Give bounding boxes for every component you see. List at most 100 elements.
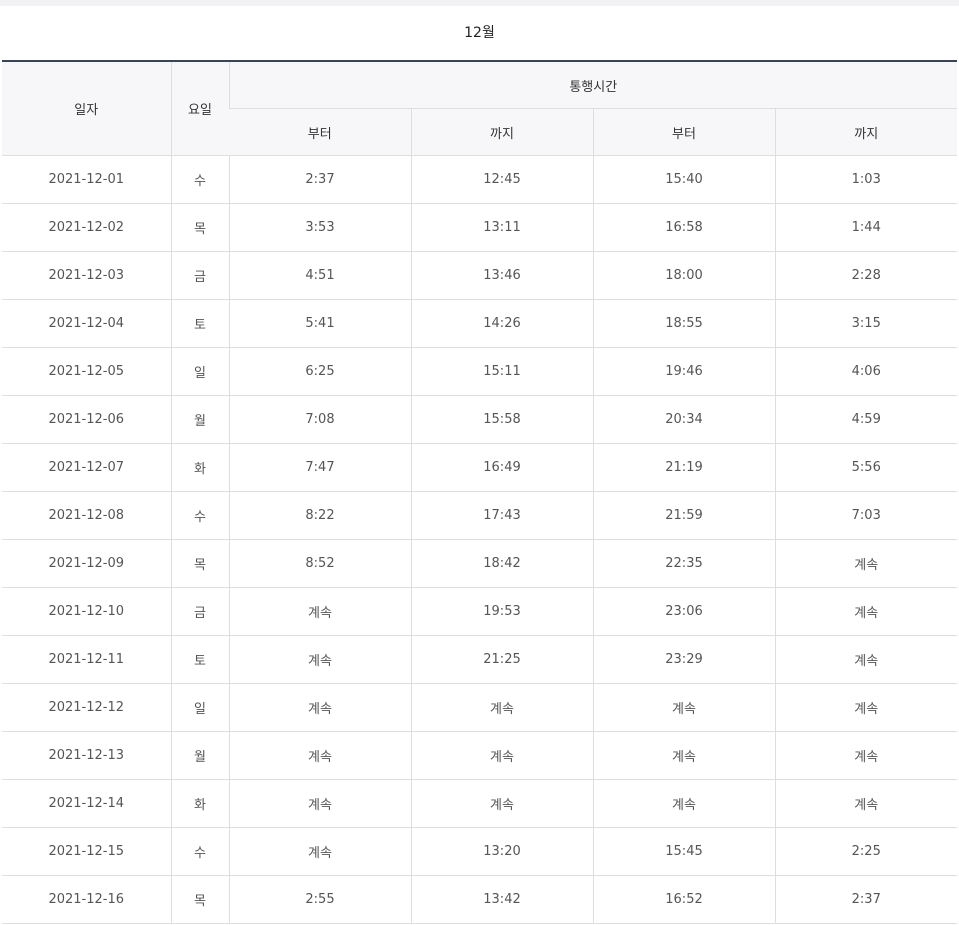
cell-weekday: 수 xyxy=(170,491,229,540)
cell-to-1: 13:42 xyxy=(410,875,593,924)
cell-to-2: 계속 xyxy=(774,635,958,684)
cell-from-2: 21:59 xyxy=(592,491,775,540)
cell-to-2: 2:28 xyxy=(774,251,958,300)
cell-from-1: 8:52 xyxy=(228,539,411,588)
cell-date: 2021-12-07 xyxy=(2,443,171,492)
table-row: 2021-12-16 목 2:55 13:42 16:52 2:37 xyxy=(2,875,958,924)
table-row: 2021-12-01 수 2:37 12:45 15:40 1:03 xyxy=(2,155,958,204)
cell-to-2: 1:44 xyxy=(774,203,958,252)
cell-weekday: 월 xyxy=(170,395,229,444)
cell-to-1: 계속 xyxy=(410,779,593,828)
table-row: 2021-12-10 금 계속 19:53 23:06 계속 xyxy=(2,587,958,636)
cell-to-2: 2:37 xyxy=(774,875,958,924)
cell-to-2: 계속 xyxy=(774,539,958,588)
cell-from-2: 23:06 xyxy=(592,587,775,636)
cell-from-1: 7:08 xyxy=(228,395,411,444)
cell-weekday: 수 xyxy=(170,827,229,876)
cell-from-1: 계속 xyxy=(228,779,411,828)
cell-from-1: 7:47 xyxy=(228,443,411,492)
cell-date: 2021-12-03 xyxy=(2,251,171,300)
cell-to-1: 17:43 xyxy=(410,491,593,540)
cell-to-1: 13:11 xyxy=(410,203,593,252)
table-row: 2021-12-09 목 8:52 18:42 22:35 계속 xyxy=(2,539,958,588)
cell-to-2: 계속 xyxy=(774,731,958,780)
month-title: 12월 xyxy=(464,25,495,41)
header-to-1: 까지 xyxy=(410,108,593,156)
header-from-2: 부터 xyxy=(592,108,775,156)
cell-weekday: 일 xyxy=(170,347,229,396)
table-row: 2021-12-02 목 3:53 13:11 16:58 1:44 xyxy=(2,203,958,252)
table-row: 2021-12-06 월 7:08 15:58 20:34 4:59 xyxy=(2,395,958,444)
cell-to-1: 19:53 xyxy=(410,587,593,636)
cell-to-1: 21:25 xyxy=(410,635,593,684)
table-row: 2021-12-15 수 계속 13:20 15:45 2:25 xyxy=(2,827,958,876)
cell-to-1: 15:58 xyxy=(410,395,593,444)
cell-weekday: 화 xyxy=(170,443,229,492)
cell-from-2: 계속 xyxy=(592,731,775,780)
cell-to-2: 7:03 xyxy=(774,491,958,540)
cell-from-2: 16:58 xyxy=(592,203,775,252)
cell-date: 2021-12-01 xyxy=(2,155,171,204)
cell-from-1: 6:25 xyxy=(228,347,411,396)
cell-to-2: 계속 xyxy=(774,587,958,636)
cell-from-1: 5:41 xyxy=(228,299,411,348)
cell-weekday: 월 xyxy=(170,731,229,780)
cell-from-1: 계속 xyxy=(228,635,411,684)
cell-weekday: 수 xyxy=(170,155,229,204)
cell-date: 2021-12-16 xyxy=(2,875,171,924)
cell-to-2: 5:56 xyxy=(774,443,958,492)
table-row: 2021-12-14 화 계속 계속 계속 계속 xyxy=(2,779,958,828)
cell-from-2: 23:29 xyxy=(592,635,775,684)
cell-date: 2021-12-04 xyxy=(2,299,171,348)
cell-from-1: 3:53 xyxy=(228,203,411,252)
cell-from-1: 계속 xyxy=(228,587,411,636)
header-date: 일자 xyxy=(2,61,171,156)
cell-weekday: 금 xyxy=(170,251,229,300)
cell-to-1: 13:46 xyxy=(410,251,593,300)
cell-from-1: 2:55 xyxy=(228,875,411,924)
cell-from-2: 15:40 xyxy=(592,155,775,204)
cell-to-1: 16:49 xyxy=(410,443,593,492)
cell-from-2: 계속 xyxy=(592,779,775,828)
cell-date: 2021-12-10 xyxy=(2,587,171,636)
cell-from-2: 계속 xyxy=(592,683,775,732)
table-row: 2021-12-13 월 계속 계속 계속 계속 xyxy=(2,731,958,780)
header-to-2: 까지 xyxy=(774,108,958,156)
cell-to-2: 4:59 xyxy=(774,395,958,444)
cell-to-2: 3:15 xyxy=(774,299,958,348)
cell-from-2: 19:46 xyxy=(592,347,775,396)
cell-date: 2021-12-11 xyxy=(2,635,171,684)
cell-date: 2021-12-13 xyxy=(2,731,171,780)
cell-weekday: 화 xyxy=(170,779,229,828)
cell-from-1: 계속 xyxy=(228,683,411,732)
cell-to-2: 4:06 xyxy=(774,347,958,396)
cell-date: 2021-12-09 xyxy=(2,539,171,588)
cell-weekday: 일 xyxy=(170,683,229,732)
cell-date: 2021-12-12 xyxy=(2,683,171,732)
cell-weekday: 토 xyxy=(170,299,229,348)
table-row: 2021-12-05 일 6:25 15:11 19:46 4:06 xyxy=(2,347,958,396)
cell-weekday: 목 xyxy=(170,875,229,924)
table-row: 2021-12-11 토 계속 21:25 23:29 계속 xyxy=(2,635,958,684)
cell-from-1: 계속 xyxy=(228,827,411,876)
cell-to-2: 계속 xyxy=(774,683,958,732)
header-from-1: 부터 xyxy=(229,108,411,156)
cell-date: 2021-12-14 xyxy=(2,779,171,828)
cell-from-2: 18:00 xyxy=(592,251,775,300)
cell-to-1: 계속 xyxy=(410,731,593,780)
cell-weekday: 토 xyxy=(170,635,229,684)
cell-from-1: 4:51 xyxy=(228,251,411,300)
cell-to-2: 2:25 xyxy=(774,827,958,876)
cell-from-2: 16:52 xyxy=(592,875,775,924)
cell-from-1: 8:22 xyxy=(228,491,411,540)
cell-to-1: 13:20 xyxy=(410,827,593,876)
cell-from-2: 21:19 xyxy=(592,443,775,492)
table-row: 2021-12-12 일 계속 계속 계속 계속 xyxy=(2,683,958,732)
cell-to-1: 12:45 xyxy=(410,155,593,204)
cell-from-2: 15:45 xyxy=(592,827,775,876)
table-row: 2021-12-08 수 8:22 17:43 21:59 7:03 xyxy=(2,491,958,540)
cell-weekday: 금 xyxy=(170,587,229,636)
cell-to-1: 18:42 xyxy=(410,539,593,588)
cell-weekday: 목 xyxy=(170,539,229,588)
table-row: 2021-12-07 화 7:47 16:49 21:19 5:56 xyxy=(2,443,958,492)
